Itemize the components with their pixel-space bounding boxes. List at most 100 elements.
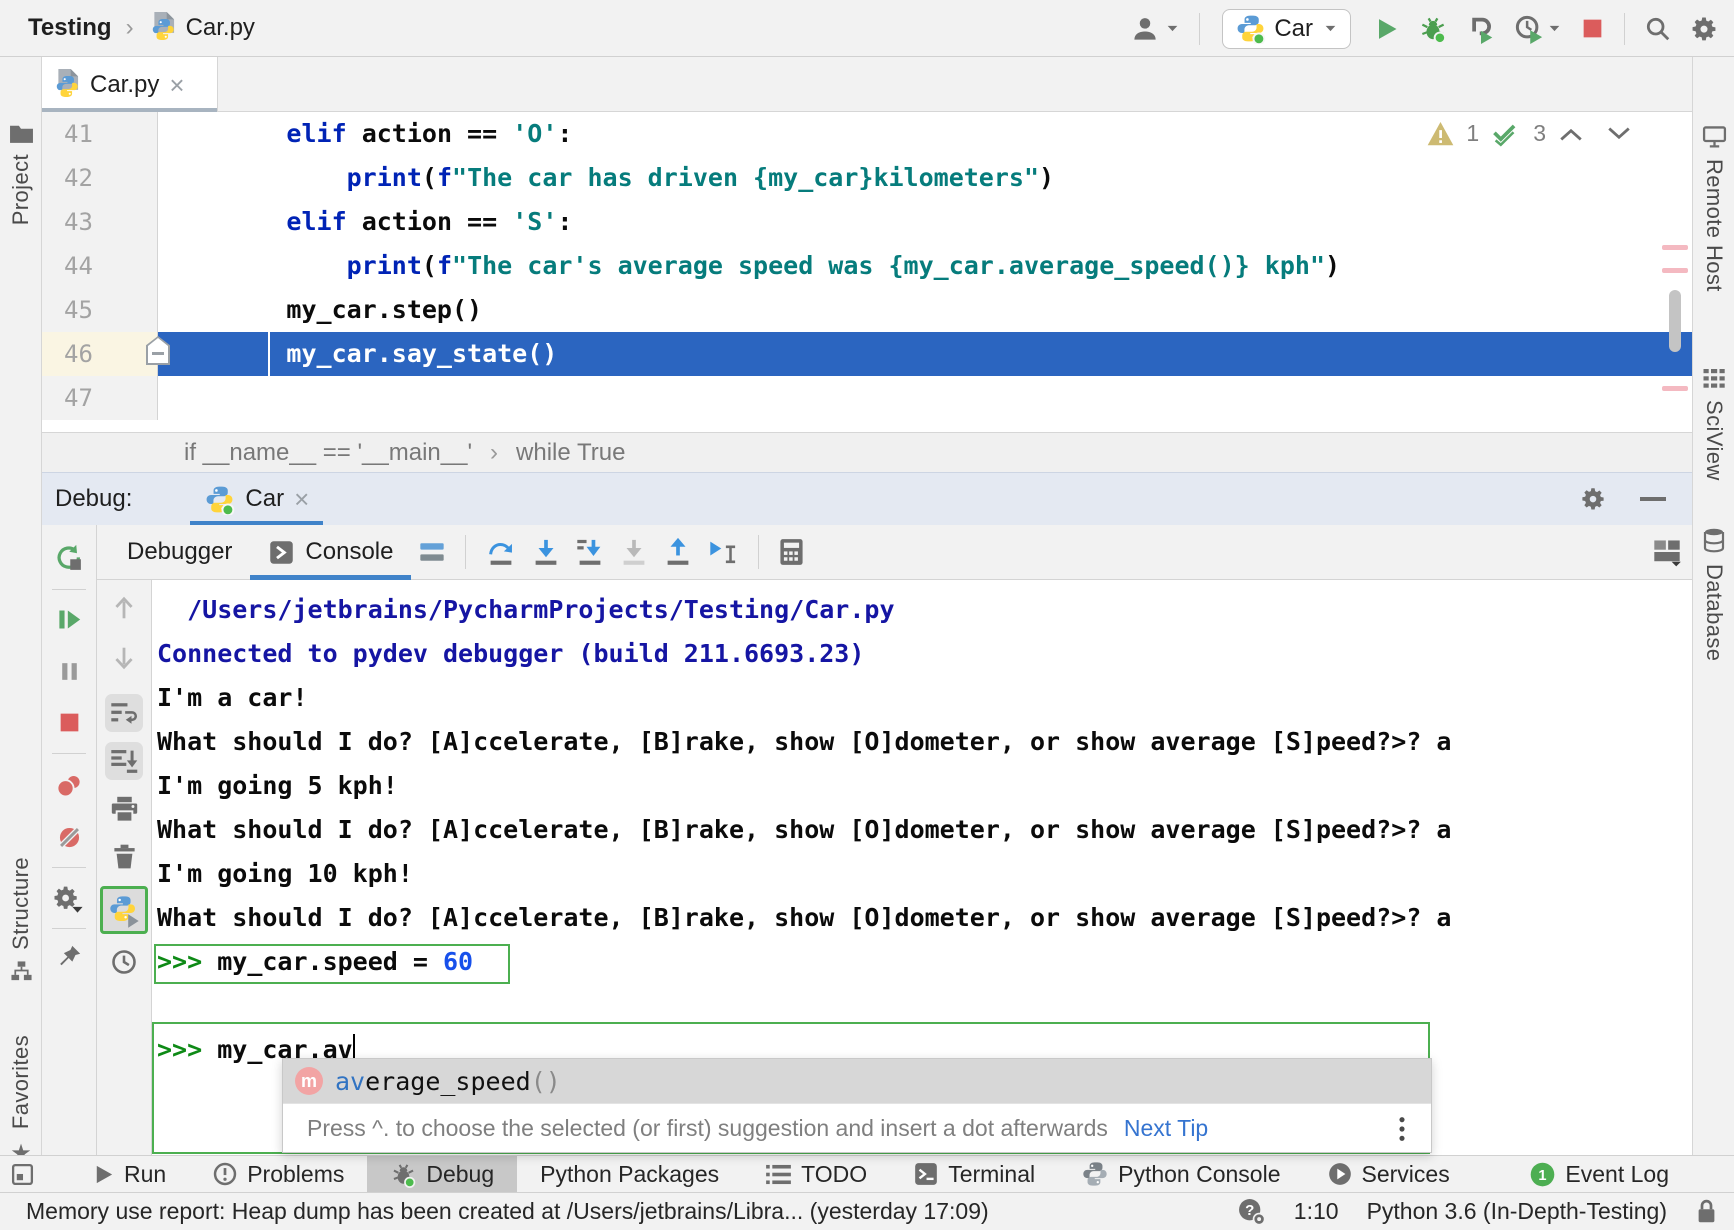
sidebar-item-sciview[interactable]: SciView — [1693, 367, 1734, 481]
run-button[interactable] — [1372, 15, 1400, 43]
error-stripe-mark[interactable] — [1662, 386, 1688, 391]
code-editor[interactable]: 41 elif action == 'O':42 print(f"The car… — [42, 112, 1692, 432]
code-line-45[interactable]: 45 my_car.step() — [42, 288, 1692, 332]
soft-wrap-icon[interactable] — [105, 694, 143, 732]
step-over-icon[interactable] — [485, 537, 517, 567]
stop-button[interactable] — [1580, 16, 1605, 41]
line-number[interactable]: 44 — [42, 244, 158, 288]
attach-to-process-button[interactable] — [1466, 14, 1496, 44]
tab-console[interactable]: Console — [250, 525, 411, 580]
completion-item[interactable]: m average_speed() — [283, 1059, 1431, 1103]
user-icon[interactable] — [1130, 14, 1160, 44]
sidebar-item-remote-host[interactable]: Remote Host — [1693, 125, 1734, 292]
toolwindow-switcher-icon[interactable] — [10, 1162, 35, 1187]
bottom-tab-terminal[interactable]: Terminal — [890, 1156, 1058, 1192]
tab-debugger[interactable]: Debugger — [109, 525, 250, 580]
kebab-menu-icon[interactable] — [1397, 1115, 1407, 1143]
settings-gear-icon[interactable] — [1690, 15, 1718, 43]
sidebar-item-structure[interactable]: Structure — [0, 857, 42, 983]
close-icon[interactable]: × — [294, 489, 309, 509]
editor-scrollbar[interactable] — [1669, 290, 1681, 352]
evaluate-expression-icon[interactable] — [778, 538, 805, 566]
scroll-to-end-icon[interactable] — [105, 742, 143, 780]
code-line-47[interactable]: 47 — [42, 376, 1692, 420]
chevron-right-icon: › — [490, 439, 498, 467]
prev-problem-icon[interactable] — [1558, 125, 1584, 143]
restore-layout-icon[interactable] — [1652, 537, 1682, 567]
line-number[interactable]: 41 — [42, 112, 158, 156]
code-line-43[interactable]: 43 elif action == 'S': — [42, 200, 1692, 244]
bottom-tab-services[interactable]: Services — [1304, 1156, 1473, 1192]
line-number[interactable]: 45 — [42, 288, 158, 332]
show-python-prompt-button[interactable] — [100, 886, 148, 934]
bottom-tab-debug[interactable]: Debug — [367, 1156, 517, 1192]
line-number[interactable]: 46 — [42, 332, 158, 376]
breadcrumb-file[interactable]: Car.py — [186, 14, 255, 42]
bottom-tool-stripe: RunProblemsDebugPython PackagesTODOTermi… — [0, 1155, 1734, 1192]
lock-icon[interactable] — [1695, 1198, 1718, 1225]
interpreter-widget-icon[interactable]: ? — [1237, 1197, 1266, 1226]
step-into-icon[interactable] — [531, 537, 561, 567]
sidebar-item-database[interactable]: Database — [1693, 527, 1734, 661]
breadcrumb-item[interactable]: if __name__ == '__main__' — [184, 439, 472, 467]
code-line-46[interactable]: 46 my_car.say_state() — [42, 332, 1692, 376]
sidebar-item-favorites[interactable]: Favorites ★ — [0, 1035, 42, 1168]
line-number[interactable]: 42 — [42, 156, 158, 200]
pin-icon[interactable] — [56, 943, 83, 970]
minimize-icon[interactable] — [1640, 497, 1666, 501]
error-stripe-mark[interactable] — [1662, 268, 1688, 273]
clear-console-icon[interactable] — [112, 843, 137, 870]
bottom-tab-run[interactable]: Run — [69, 1156, 189, 1192]
debug-settings-gear-icon[interactable] — [1580, 486, 1606, 512]
code-line-44[interactable]: 44 print(f"The car's average speed was {… — [42, 244, 1692, 288]
interpreter-label[interactable]: Python 3.6 (In-Depth-Testing) — [1367, 1198, 1667, 1225]
tab-label: Services — [1362, 1161, 1450, 1188]
run-to-cursor-icon[interactable] — [707, 537, 739, 567]
tab-car-py[interactable]: Car.py × — [42, 57, 218, 112]
line-number[interactable]: 47 — [42, 376, 158, 420]
debug-console-output[interactable]: /Users/jetbrains/PycharmProjects/Testing… — [152, 588, 1692, 1072]
print-icon[interactable] — [110, 796, 139, 823]
inspection-widget[interactable]: 1 3 — [1427, 120, 1632, 147]
command-history-icon[interactable] — [110, 948, 138, 976]
next-tip-link[interactable]: Next Tip — [1124, 1115, 1208, 1142]
stop-icon[interactable] — [57, 710, 82, 735]
line-number[interactable]: 43 — [42, 200, 158, 244]
breadcrumb-project[interactable]: Testing — [28, 14, 112, 42]
caret-position[interactable]: 1:10 — [1294, 1198, 1339, 1225]
code-text — [158, 376, 1692, 420]
settings-gear-icon[interactable] — [52, 884, 86, 914]
chevron-down-icon[interactable] — [1165, 21, 1180, 36]
bottom-tab-event-log[interactable]: 1Event Log — [1506, 1156, 1692, 1192]
resume-program-icon[interactable] — [56, 606, 83, 633]
stripe-label: Database — [1701, 564, 1727, 661]
rerun-icon[interactable] — [54, 543, 84, 573]
breadcrumb-item[interactable]: while True — [516, 439, 625, 467]
sidebar-item-project[interactable]: Project — [0, 123, 42, 225]
structure-icon — [10, 960, 33, 983]
search-everywhere-icon[interactable] — [1644, 15, 1672, 43]
view-breakpoints-icon[interactable] — [54, 772, 84, 800]
step-into-my-code-icon[interactable] — [575, 537, 605, 567]
debug-button[interactable] — [1418, 14, 1448, 44]
stripe-label: Project — [8, 154, 34, 225]
console-line: Connected to pydev debugger (build 211.6… — [152, 632, 1692, 676]
code-line-42[interactable]: 42 print(f"The car has driven {my_car}ki… — [42, 156, 1692, 200]
mute-breakpoints-icon[interactable] — [56, 824, 83, 851]
profiler-button[interactable] — [1514, 14, 1544, 44]
bottom-tab-python-console[interactable]: Python Console — [1058, 1156, 1303, 1192]
error-stripe-mark[interactable] — [1662, 245, 1688, 250]
status-message[interactable]: Memory use report: Heap dump has been cr… — [26, 1198, 989, 1225]
view-options-icon[interactable] — [418, 540, 446, 564]
chevron-down-icon[interactable] — [1547, 21, 1562, 36]
step-out-icon[interactable] — [663, 537, 693, 567]
toolbar-divider — [1624, 13, 1625, 45]
bottom-tab-python-packages[interactable]: Python Packages — [517, 1156, 742, 1192]
run-configuration-select[interactable]: Car — [1222, 9, 1351, 49]
debug-session-tab[interactable]: Car × — [190, 473, 323, 526]
next-problem-icon[interactable] — [1606, 125, 1632, 143]
bottom-tab-todo[interactable]: TODO — [742, 1156, 890, 1192]
close-icon[interactable]: × — [169, 75, 184, 95]
console-line: /Users/jetbrains/PycharmProjects/Testing… — [152, 588, 1692, 632]
bottom-tab-problems[interactable]: Problems — [189, 1156, 367, 1192]
